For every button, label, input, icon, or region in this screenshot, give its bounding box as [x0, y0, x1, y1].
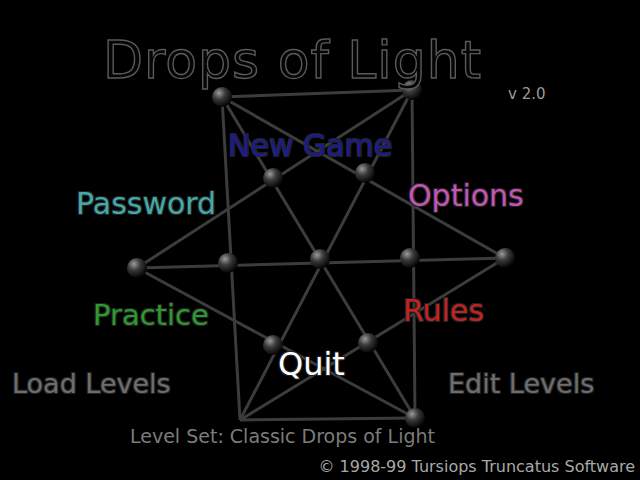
light-drop: [218, 253, 238, 273]
light-drop: [358, 333, 378, 353]
light-drop: [495, 248, 515, 268]
figure-line: [222, 97, 415, 418]
figure-line: [137, 268, 415, 418]
figure-line: [222, 90, 412, 97]
light-drop: [212, 87, 232, 107]
game-title: Drops of Light: [103, 32, 640, 89]
light-drop: [355, 163, 375, 183]
level-set-label: Level Set: Classic Drops of Light: [130, 425, 635, 447]
menu-item[interactable]: Quit: [278, 345, 345, 383]
menu-item[interactable]: Password: [76, 186, 216, 222]
figure-line: [137, 90, 412, 268]
menu-item[interactable]: New Game: [228, 128, 392, 164]
main-menu-screen: Drops of Lightv 2.0 New Game Password Optio…: [0, 0, 640, 480]
header: Drops of Lightv 2.0: [0, 0, 640, 103]
menu-item[interactable]: Options: [408, 178, 524, 214]
menu-item[interactable]: Load Levels: [12, 368, 171, 400]
figure-line: [240, 418, 415, 420]
figure-line: [222, 97, 505, 258]
light-drop: [127, 258, 147, 278]
footer: Level Set: Classic Drops of Light © 1998-…: [0, 425, 640, 480]
light-drop: [400, 248, 420, 268]
copyright: © 1998-99 Tursiops Truncatus Software: [319, 457, 635, 476]
version-label: v 2.0: [508, 85, 546, 103]
menu-item[interactable]: Practice: [93, 298, 209, 333]
light-drop: [263, 168, 283, 188]
menu-item[interactable]: Edit Levels: [448, 368, 594, 400]
light-drop: [310, 249, 330, 269]
menu-item[interactable]: Rules: [403, 293, 484, 329]
